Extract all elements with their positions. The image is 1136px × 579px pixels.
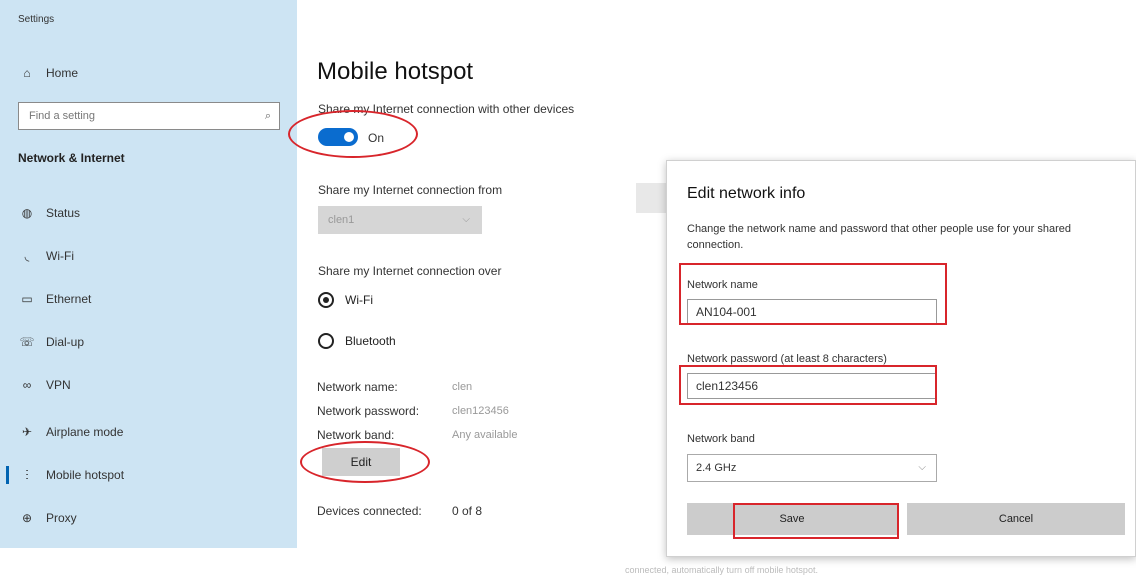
section-title: Network & Internet (18, 151, 125, 165)
dialup-icon: ☏ (19, 335, 35, 349)
sidebar-item-status[interactable]: ◍ Status (18, 206, 80, 220)
chevron-down-icon: ⌵ (462, 214, 470, 225)
sidebar-item-label: Dial-up (46, 335, 85, 349)
sidebar-item-wifi[interactable]: ◟ Wi-Fi (18, 249, 74, 263)
sidebar-item-proxy[interactable]: ⊕ Proxy (18, 511, 77, 525)
sidebar-item-label: Ethernet (46, 292, 92, 306)
sidebar-item-label: Wi-Fi (46, 249, 74, 263)
background-text: connected, automatically turn off mobile… (625, 565, 818, 575)
network-band-key: Network band: (317, 428, 395, 442)
search-input[interactable]: Find a setting ⌕ (18, 102, 280, 130)
network-password-value: clen123456 (452, 405, 509, 417)
devices-connected-key: Devices connected: (317, 504, 422, 518)
sidebar-item-label: VPN (46, 378, 71, 392)
annotation-oval (300, 441, 430, 483)
devices-connected-value: 0 of 8 (452, 504, 483, 518)
search-placeholder: Find a setting (29, 110, 96, 122)
sidebar-item-vpn[interactable]: ∞ VPN (18, 378, 71, 392)
hotspot-icon: ⵗ (25, 468, 29, 482)
globe-icon: ⊕ (21, 511, 33, 525)
dialog-title: Edit network info (687, 185, 806, 202)
share-from-label: Share my Internet connection from (318, 183, 503, 197)
annotation-rectangle (679, 365, 937, 405)
network-band-dropdown[interactable]: 2.4 GHz ⌵ (687, 454, 937, 482)
network-band-value: Any available (452, 429, 518, 441)
wifi-icon: ◟ (24, 249, 30, 263)
sidebar-item-ethernet[interactable]: ▭ Ethernet (18, 292, 91, 306)
sidebar-item-label: Proxy (46, 511, 77, 525)
network-name-key: Network name: (317, 380, 398, 394)
network-password-key: Network password: (317, 404, 420, 418)
page-title: Mobile hotspot (317, 58, 474, 85)
sidebar-item-home[interactable]: ⌂ Home (18, 66, 78, 80)
sidebar-item-airplane-mode[interactable]: ✈ Airplane mode (18, 425, 123, 439)
bluetooth-radio-label: Bluetooth (345, 334, 396, 348)
sidebar-item-label: Home (46, 66, 79, 80)
search-icon: ⌕ (264, 110, 271, 122)
annotation-oval (288, 110, 418, 158)
globe-icon: ◍ (21, 206, 33, 220)
bluetooth-radio[interactable] (318, 333, 334, 349)
background-panel (636, 183, 668, 213)
network-band-label: Network band (687, 433, 755, 445)
sidebar-item-label: Status (46, 206, 81, 220)
edit-network-dialog: Edit network info Change the network nam… (666, 160, 1136, 557)
wifi-radio[interactable] (318, 292, 334, 308)
annotation-rectangle (679, 263, 947, 325)
annotation-rectangle (733, 503, 899, 539)
sidebar-item-mobile-hotspot[interactable]: ⵗ Mobile hotspot (18, 468, 124, 482)
sidebar-item-dialup[interactable]: ☏ Dial-up (18, 335, 84, 349)
app-title: Settings (18, 14, 55, 25)
share-over-label: Share my Internet connection over (318, 264, 502, 278)
network-password-label: Network password (at least 8 characters) (687, 353, 887, 365)
active-indicator (6, 466, 9, 484)
vpn-icon: ∞ (22, 378, 32, 392)
cancel-button[interactable]: Cancel (907, 503, 1125, 535)
share-from-value: clen1 (328, 214, 355, 226)
chevron-down-icon: ⌵ (918, 462, 926, 473)
sidebar-item-label: Mobile hotspot (46, 468, 125, 482)
dialog-description: Change the network name and password tha… (687, 223, 1072, 251)
sidebar-item-label: Airplane mode (46, 425, 124, 439)
wifi-radio-label: Wi-Fi (345, 293, 373, 307)
network-band-value: 2.4 GHz (696, 462, 737, 474)
ethernet-icon: ▭ (21, 292, 33, 306)
sidebar: Settings ⌂ Home Find a setting ⌕ Network… (0, 0, 297, 548)
share-from-dropdown[interactable]: clen1 ⌵ (318, 206, 482, 234)
home-icon: ⌂ (23, 66, 31, 80)
network-name-value: clen (452, 381, 473, 393)
airplane-icon: ✈ (21, 425, 33, 439)
